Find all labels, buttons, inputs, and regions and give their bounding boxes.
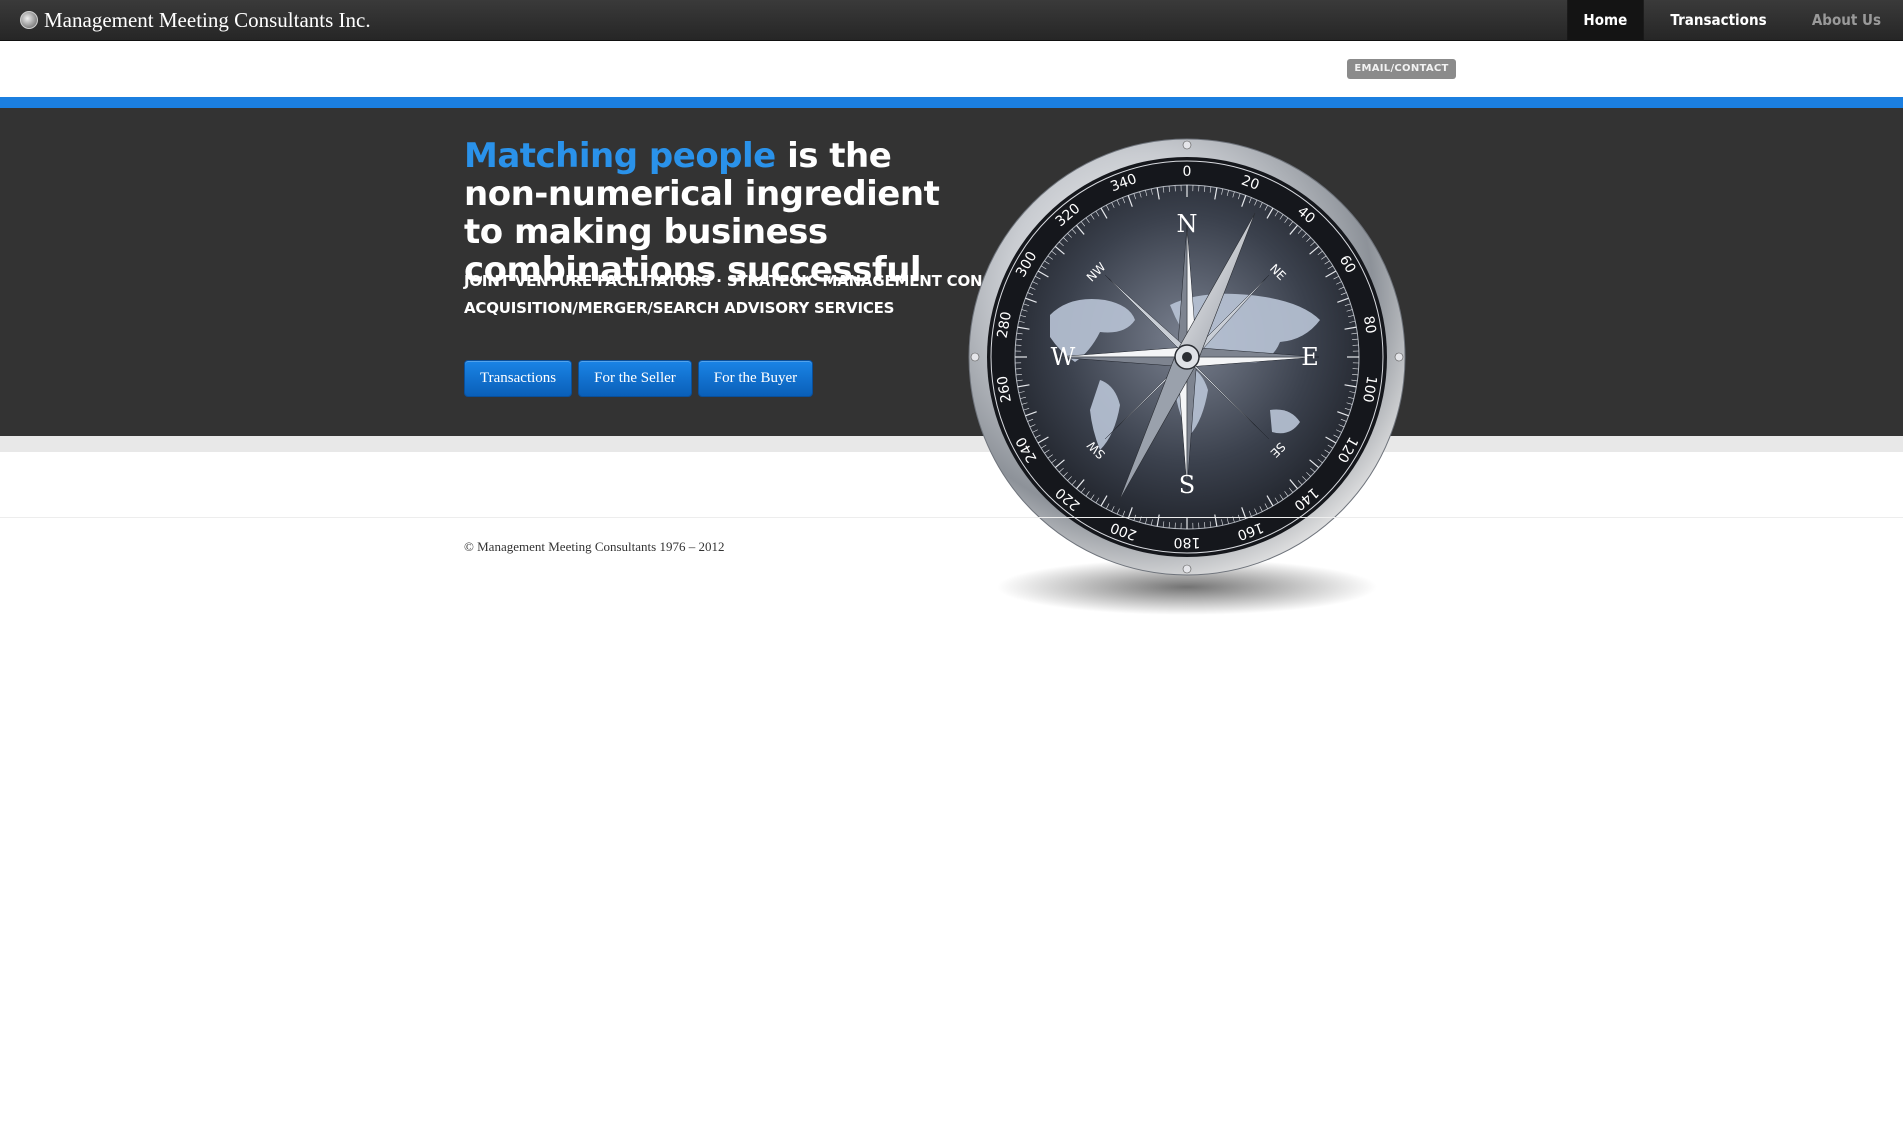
headline-accent: Matching people — [464, 136, 776, 176]
compass-label-n: N — [1177, 210, 1198, 238]
accent-divider — [0, 97, 1903, 108]
hero-subline-advisory: ACQUISITION/MERGER/SEARCH ADVISORY SERVI… — [464, 299, 895, 317]
compass-degree-label: 0 — [1183, 164, 1192, 180]
email-contact-button[interactable]: EMAIL/CONTACT — [1347, 59, 1456, 79]
hero-bottom-divider — [0, 436, 1903, 452]
compass-logo-icon — [20, 11, 38, 29]
hero-headline: Matching people is the non-numerical ing… — [464, 137, 984, 289]
hero-subline-services: JOINT VENTURE FACILITATORS · STRATEGIC M… — [464, 272, 1052, 290]
nav-item-home[interactable]: Home — [1566, 0, 1643, 41]
for-the-seller-button[interactable]: For the Seller — [578, 360, 692, 397]
nav-item-about-us[interactable]: About Us — [1796, 0, 1898, 41]
compass-label-w: W — [1051, 343, 1076, 371]
copyright-text: © Management Meeting Consultants 1976 – … — [464, 539, 725, 554]
main-nav: Home Transactions About Us — [1563, 0, 1903, 41]
brand[interactable]: Management Meeting Consultants Inc. — [20, 7, 371, 33]
compass-degree-label: 80 — [1360, 315, 1379, 335]
compass-illustration: 0204060801001201401601802002202402602803… — [968, 138, 1406, 615]
for-the-buyer-button[interactable]: For the Buyer — [697, 360, 814, 397]
compass-degree-label: 180 — [1174, 534, 1201, 550]
top-navbar: Management Meeting Consultants Inc. Home… — [0, 0, 1903, 41]
footer-divider — [0, 517, 1903, 518]
nav-item-transactions[interactable]: Transactions — [1654, 0, 1783, 41]
hero-buttons: Transactions For the Seller For the Buye… — [464, 360, 814, 397]
compass-label-s: S — [1179, 471, 1195, 499]
compass-label-e: E — [1301, 343, 1319, 371]
brand-name: Management Meeting Consultants Inc. — [44, 7, 371, 32]
transactions-button[interactable]: Transactions — [464, 360, 573, 397]
